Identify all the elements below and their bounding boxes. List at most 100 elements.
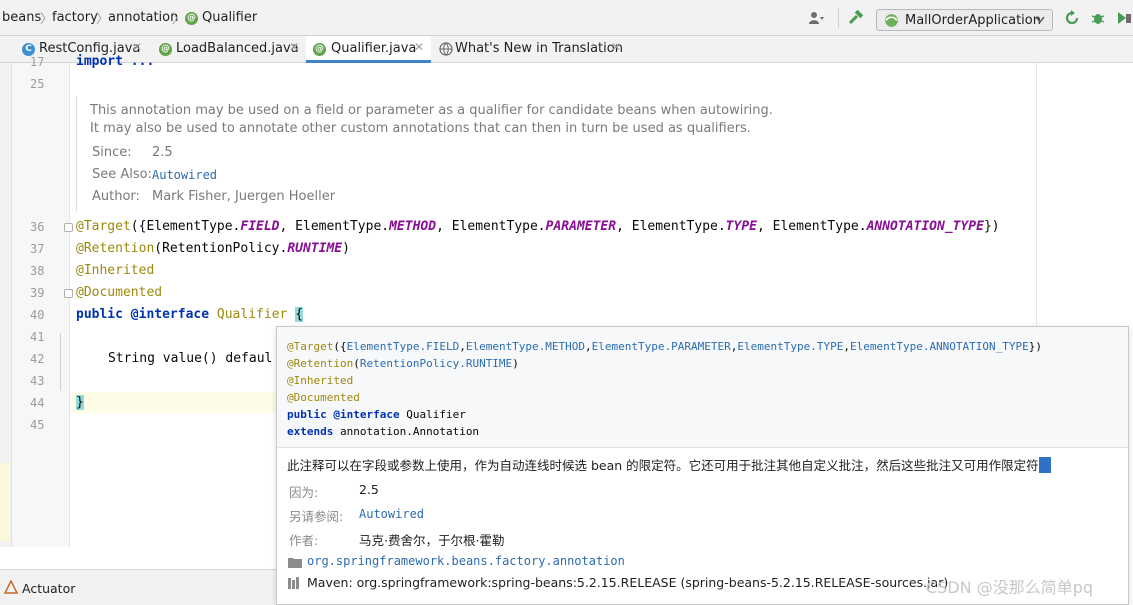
et-method: METHOD [389,219,437,234]
code-line-value: String value() defaul [108,351,272,366]
popup-def-target: @Target({ElementType.FIELD,ElementType.M… [287,340,1042,353]
doc-since-value: 2.5 [152,145,173,160]
tab-label: Qualifier.java [331,41,417,56]
actuator-tab-label[interactable]: Actuator [22,581,75,596]
popup-comma: , [459,340,466,353]
line-number: 41 [30,330,45,344]
target-close: }) [983,219,1000,234]
bottom-tool-bar: Actuator [0,569,276,605]
code-line-retention: @Retention(RetentionPolicy.RUNTIME) [76,241,350,256]
et-prefix: ElementType. [631,219,726,234]
keyword-public: public [76,307,123,322]
popup-link-annotation-type[interactable]: ElementType.ANNOTATION_TYPE [850,340,1029,353]
et-prefix: ElementType. [451,219,546,234]
run-configuration-selector[interactable]: MallOrderApplication [876,9,1053,31]
close-brace: } [76,395,84,410]
popup-link-type[interactable]: ElementType.TYPE [737,340,843,353]
popup-target-close: }) [1028,340,1043,353]
line-number: 40 [30,308,45,322]
popup-link-field[interactable]: ElementType.FIELD [347,340,460,353]
user-vcs-icon[interactable] [808,10,824,26]
popup-package-link[interactable]: org.springframework.beans.factory.annota… [307,554,625,568]
tab-label: What's New in Translation [455,41,623,56]
class-name-qualifier[interactable]: Qualifier [217,307,287,322]
quick-documentation-popup[interactable]: @Target({ElementType.FIELD,ElementType.M… [276,326,1129,605]
popup-see-also-label: 另请参阅: [289,509,344,524]
run-coverage-icon[interactable] [1116,10,1132,26]
rerun-icon[interactable] [1064,10,1080,26]
tab-label: LoadBalanced.java [176,41,299,56]
popup-target-open: ({ [333,340,347,353]
code-line-declaration: public @interface Qualifier { [76,307,304,322]
et-prefix: ElementType. [295,219,390,234]
toolbar-divider [838,8,839,28]
watermark: CSDN @没那么简单pq [926,578,1094,597]
breadcrumb-qualifier[interactable]: Qualifier [202,10,257,25]
doc-line-2: It may also be used to annotate other cu… [90,121,751,136]
popup-inherited-annotation: @Inherited [287,374,354,387]
popup-super-type: annotation.Annotation [339,425,480,438]
popup-comma: , [843,340,850,353]
popup-maven-source: Maven: org.springframework:spring-beans:… [307,575,949,590]
popup-def-inherited: @Inherited [287,374,353,387]
close-icon[interactable]: ✕ [132,40,142,54]
text-selection-marker [1038,457,1051,473]
close-icon[interactable]: ✕ [414,40,424,54]
value-declaration: String value() defaul [108,351,273,366]
line-number-gutter: 17 25 36 37 38 39 40 41 42 43 44 45 [12,55,70,547]
line-number: 37 [30,242,45,256]
popup-link-parameter[interactable]: ElementType.PARAMETER [592,340,731,353]
popup-retention-open: ( [353,357,360,370]
line-number: 36 [30,220,45,234]
popup-author-value: 马克·费舍尔，于尔根·霍勒 [359,533,505,548]
rendered-javadoc: This annotation may be used on a field o… [76,96,1036,212]
folded-imports[interactable]: import ... [76,54,154,69]
tab-loadbalanced[interactable]: @ LoadBalanced.java ✕ [152,36,304,63]
retention-open: ( [154,241,163,256]
fold-marker[interactable] [64,289,73,298]
popup-def-retention: @Retention(RetentionPolicy.RUNTIME) [287,357,519,370]
popup-see-also-link[interactable]: Autowired [359,507,424,521]
chevron-down-icon [1035,16,1045,24]
navigation-bar: beans 〉 factory 〉 annotation 〉 @ Qualifi… [0,0,1133,36]
translation-icon [439,42,453,56]
doc-author-value: Mark Fisher, Juergen Hoeller [152,189,336,204]
open-brace: { [295,307,304,322]
actuator-icon [4,580,18,594]
build-hammer-icon[interactable] [848,10,864,26]
debug-bug-icon[interactable] [1090,10,1106,26]
doc-author-label: Author: [92,189,140,204]
et-field: FIELD [240,219,280,234]
indent-guide [60,333,61,391]
library-icon [288,577,299,589]
doc-see-also-link[interactable]: Autowired [152,168,217,182]
popup-link-runtime[interactable]: RetentionPolicy.RUNTIME [360,357,512,370]
target-open: ({ [130,219,147,234]
annotation-target: @Target [76,219,131,234]
highlight-strip [0,463,10,541]
annotation-inherited: @Inherited [76,263,155,278]
caret-line-highlight [71,392,276,413]
doc-since-label: Since: [92,145,132,160]
breadcrumb-beans[interactable]: beans [2,10,41,25]
popup-target-annotation: @Target [287,340,334,353]
annotation-icon: @ [185,12,198,25]
comma: , [756,219,773,234]
line-number: 38 [30,264,45,278]
popup-author-label: 作者: [289,533,319,548]
close-icon[interactable]: ✕ [289,40,299,54]
editor-tab-bar: C RestConfig.java ✕ @ LoadBalanced.java … [0,36,1133,63]
popup-keyword-public: public [287,408,327,421]
breadcrumb-annotation[interactable]: annotation [108,10,178,25]
breadcrumb-factory[interactable]: factory [52,10,98,25]
tab-qualifier[interactable]: @ Qualifier.java ✕ [306,36,431,63]
line-number: 17 [30,55,45,69]
popup-retention-close: ) [512,357,519,370]
line-number: 44 [30,396,45,410]
et-prefix: ElementType. [146,219,241,234]
tab-whats-new-translation[interactable]: What's New in Translation ✕ [433,36,633,63]
run-configuration-label: MallOrderApplication [905,13,1041,28]
popup-link-method[interactable]: ElementType.METHOD [466,340,585,353]
close-icon[interactable]: ✕ [611,40,621,54]
fold-marker[interactable] [64,223,73,232]
